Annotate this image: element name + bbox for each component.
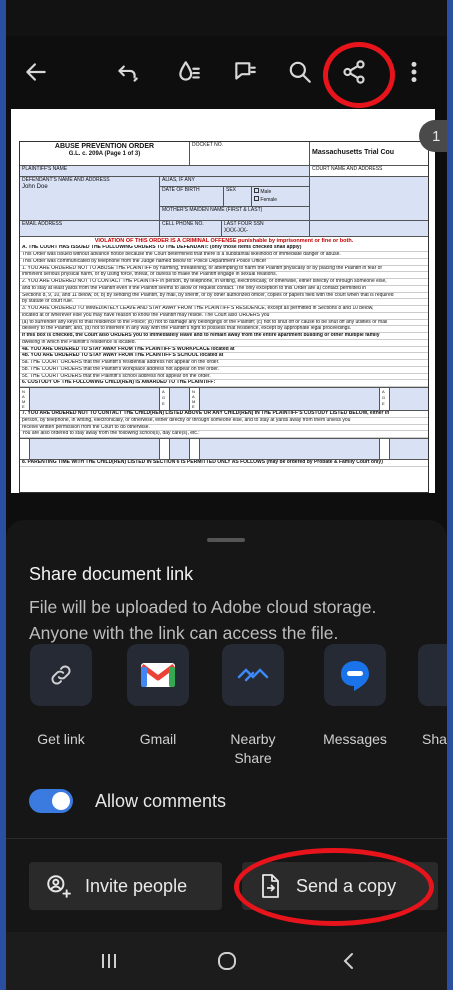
back-arrow-icon[interactable] bbox=[18, 54, 54, 90]
highlight-circle-send-copy bbox=[234, 848, 434, 926]
share-target-more[interactable]: Sha bbox=[418, 644, 447, 749]
phone-screen: ABUSE PREVENTION ORDER G.L. c. 209A (Pag… bbox=[6, 0, 447, 990]
share-target-label: Sha bbox=[422, 731, 447, 747]
order-line: 4a. YOU ARE ORDERED TO STAY AWAY FROM TH… bbox=[20, 347, 428, 354]
alias-label: ALIAS, IF ANY bbox=[160, 177, 309, 187]
ssn-value: XXX-XX- bbox=[224, 227, 249, 234]
order-line: 3. YOU ARE ORDERED TO IMMEDIATELY LEAVE … bbox=[20, 306, 428, 313]
order-line: imminent serious physical harm, or by us… bbox=[20, 272, 428, 280]
order-line: 8. PARENTING TIME WITH THE CHILD(REN) LI… bbox=[20, 460, 428, 467]
share-target-label: Gmail bbox=[139, 731, 177, 747]
invite-people-label: Invite people bbox=[85, 875, 188, 896]
order-line: by statute or court rule. bbox=[20, 299, 428, 307]
share-sheet-title: Share document link bbox=[29, 564, 194, 584]
dob-label: DATE OF BIRTH bbox=[160, 187, 224, 206]
docket-label: DOCKET NO. bbox=[190, 142, 310, 165]
status-bar bbox=[6, 0, 447, 36]
recent-apps-icon[interactable] bbox=[94, 948, 124, 974]
undo-icon[interactable] bbox=[109, 54, 145, 90]
order-line: 5c. THE COURT ORDERS that the Plaintiff'… bbox=[20, 374, 428, 381]
order-line: person, by telephone, in writing, electr… bbox=[20, 418, 428, 425]
email-label: EMAIL ADDRESS bbox=[20, 221, 160, 236]
children-table: NAME AGE NAME AGE bbox=[20, 387, 428, 412]
order-line: 6. CUSTODY OF THE FOLLOWING CHILD(REN) I… bbox=[20, 380, 428, 388]
drag-handle[interactable] bbox=[207, 538, 245, 542]
nearby-share-icon bbox=[222, 644, 284, 706]
sex-label: SEX bbox=[224, 187, 252, 206]
search-icon[interactable] bbox=[282, 54, 318, 90]
share-target-nearby-share[interactable]: Nearby Share bbox=[218, 644, 288, 768]
violation-warning: VIOLATION OF THIS ORDER IS A CRIMINAL OF… bbox=[94, 238, 354, 244]
order-line: You are also ordered to stay away from t… bbox=[20, 431, 428, 439]
defendant-name: John Doe bbox=[22, 183, 48, 190]
order-line: If this box is checked, the Court also O… bbox=[20, 333, 428, 340]
share-sheet-description: File will be uploaded to Adobe cloud sto… bbox=[29, 597, 377, 643]
comment-icon[interactable] bbox=[227, 54, 263, 90]
more-vert-icon[interactable] bbox=[396, 54, 432, 90]
gmail-icon bbox=[127, 644, 189, 706]
form-subtitle: G.L. c. 209A (Page 1 of 3) bbox=[68, 151, 141, 158]
female-option[interactable]: Female bbox=[260, 197, 277, 203]
order-lines-2: 7. YOU ARE ORDERED NOT TO CONTACT THE CH… bbox=[20, 411, 428, 439]
order-line: dwelling in which the Plaintiff's reside… bbox=[20, 340, 428, 347]
share-target-label: Messages bbox=[323, 731, 387, 747]
invite-people-button[interactable]: Invite people bbox=[29, 862, 222, 910]
share-target-label: Nearby Share bbox=[230, 731, 276, 766]
order-line: (a) to surrender any keys to that reside… bbox=[20, 320, 428, 327]
court-name-label: COURT NAME AND ADDRESS bbox=[312, 166, 383, 172]
order-line: 2. YOU ARE ORDERED NOT TO CONTACT THE PL… bbox=[20, 279, 428, 286]
divider bbox=[6, 838, 447, 839]
share-target-get-link[interactable]: Get link bbox=[26, 644, 96, 749]
cell-phone-label: CELL PHONE NO. bbox=[160, 221, 222, 236]
order-line: 1. YOU ARE ORDERED NOT TO ABUSE THE PLAI… bbox=[20, 266, 428, 273]
share-target-gmail[interactable]: Gmail bbox=[123, 644, 193, 749]
order-lines: A. THE COURT HAS ISSUED THE FOLLOWING OR… bbox=[20, 245, 428, 388]
order-line: and to stay at least yards from the Plai… bbox=[20, 286, 428, 293]
order-line: 5b. THE COURT ORDERS that the Plaintiff'… bbox=[20, 367, 428, 374]
invite-people-icon bbox=[45, 873, 71, 899]
system-navigation-bar bbox=[6, 932, 447, 990]
order-line: located at or wherever else you may have… bbox=[20, 313, 428, 320]
share-target-messages[interactable]: Messages bbox=[320, 644, 390, 749]
allow-comments-toggle[interactable] bbox=[29, 789, 73, 813]
back-icon[interactable] bbox=[334, 948, 364, 974]
allow-comments-label: Allow comments bbox=[95, 790, 227, 811]
share-sheet: Share document link File will be uploade… bbox=[6, 520, 447, 932]
color-drop-icon[interactable] bbox=[171, 54, 207, 90]
plaintiff-label: PLAINTIFF'S NAME bbox=[20, 166, 310, 176]
order-line: 7. YOU ARE ORDERED NOT TO CONTACT THE CH… bbox=[20, 411, 428, 418]
home-icon[interactable] bbox=[212, 948, 242, 974]
children-table-2 bbox=[20, 438, 428, 461]
share-more-icon bbox=[418, 644, 447, 706]
allow-comments-row: Allow comments bbox=[29, 786, 226, 816]
order-line: 5a. THE COURT ORDERS that the Plaintiff'… bbox=[20, 360, 428, 367]
page-indicator[interactable]: 1 bbox=[419, 120, 447, 152]
court-title: Massachusetts Trial Cou bbox=[312, 149, 395, 156]
order-line: 4b. YOU ARE ORDERED TO STAY AWAY FROM TH… bbox=[20, 353, 428, 361]
abuse-prevention-form: ABUSE PREVENTION ORDER G.L. c. 209A (Pag… bbox=[19, 141, 429, 493]
order-line: receive written permission from the Cour… bbox=[20, 425, 428, 432]
order-line: This Order was issued without advance no… bbox=[20, 252, 428, 259]
highlight-circle-share bbox=[323, 42, 395, 108]
mother-maiden-label: MOTHER'S MAIDEN NAME (FIRST & LAST) bbox=[162, 207, 263, 213]
order-line: delivery to the Plaintiff; and, (d) not … bbox=[20, 326, 428, 334]
order-line: Sections 8, 9, 10, and 11 below, or, b) … bbox=[20, 293, 428, 300]
male-option[interactable]: Male bbox=[260, 189, 271, 195]
link-icon bbox=[30, 644, 92, 706]
court-address-field bbox=[310, 177, 428, 220]
order-line: A. THE COURT HAS ISSUED THE FOLLOWING OR… bbox=[20, 245, 428, 253]
messages-icon bbox=[324, 644, 386, 706]
order-line: This Order was communicated by telephone… bbox=[20, 259, 428, 266]
form-title: ABUSE PREVENTION ORDER bbox=[54, 143, 155, 150]
document-page[interactable]: ABUSE PREVENTION ORDER G.L. c. 209A (Pag… bbox=[11, 109, 435, 493]
share-target-label: Get link bbox=[37, 731, 85, 747]
